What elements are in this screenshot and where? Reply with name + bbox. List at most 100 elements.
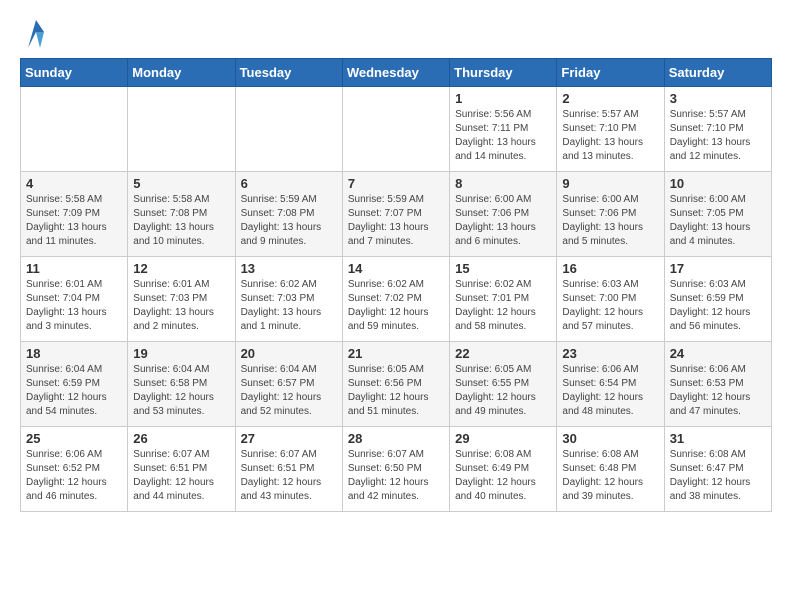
day-info: Sunrise: 6:08 AM Sunset: 6:47 PM Dayligh… — [670, 448, 766, 504]
day-info: Sunrise: 6:06 AM Sunset: 6:53 PM Dayligh… — [670, 363, 766, 419]
day-cell — [342, 87, 449, 172]
week-row-2: 4Sunrise: 5:58 AM Sunset: 7:09 PM Daylig… — [21, 172, 772, 257]
day-info: Sunrise: 6:02 AM Sunset: 7:01 PM Dayligh… — [455, 278, 551, 334]
day-number: 5 — [133, 176, 229, 191]
day-number: 17 — [670, 261, 766, 276]
day-cell: 26 Sunrise: 6:07 AM Sunset: 6:51 PM Dayli… — [128, 427, 235, 512]
day-cell: 21 Sunrise: 6:05 AM Sunset: 6:56 PM Dayli… — [342, 342, 449, 427]
day-info: Sunrise: 6:04 AM Sunset: 6:59 PM Dayligh… — [26, 363, 122, 419]
day-number: 18 — [26, 346, 122, 361]
day-info: Sunrise: 6:08 AM Sunset: 6:48 PM Dayligh… — [562, 448, 658, 504]
day-info: Sunrise: 6:00 AM Sunset: 7:05 PM Dayligh… — [670, 193, 766, 249]
day-number: 28 — [348, 431, 444, 446]
day-info: Sunrise: 6:02 AM Sunset: 7:02 PM Dayligh… — [348, 278, 444, 334]
day-info: Sunrise: 6:03 AM Sunset: 7:00 PM Dayligh… — [562, 278, 658, 334]
day-info: Sunrise: 5:56 AM Sunset: 7:11 PM Dayligh… — [455, 108, 551, 164]
day-info: Sunrise: 6:07 AM Sunset: 6:51 PM Dayligh… — [133, 448, 229, 504]
day-number: 25 — [26, 431, 122, 446]
day-cell: 22 Sunrise: 6:05 AM Sunset: 6:55 PM Dayli… — [450, 342, 557, 427]
day-number: 6 — [241, 176, 337, 191]
day-cell: 10 Sunrise: 6:00 AM Sunset: 7:05 PM Dayli… — [664, 172, 771, 257]
day-cell: 15 Sunrise: 6:02 AM Sunset: 7:01 PM Dayli… — [450, 257, 557, 342]
day-info: Sunrise: 5:59 AM Sunset: 7:08 PM Dayligh… — [241, 193, 337, 249]
day-cell: 2Sunrise: 5:57 AM Sunset: 7:10 PM Daylig… — [557, 87, 664, 172]
day-info: Sunrise: 5:59 AM Sunset: 7:07 PM Dayligh… — [348, 193, 444, 249]
day-number: 10 — [670, 176, 766, 191]
day-cell: 16 Sunrise: 6:03 AM Sunset: 7:00 PM Dayli… — [557, 257, 664, 342]
col-header-tuesday: Tuesday — [235, 59, 342, 87]
week-row-1: 1 Sunrise: 5:56 AM Sunset: 7:11 PM Daylig… — [21, 87, 772, 172]
day-info: Sunrise: 6:00 AM Sunset: 7:06 PM Dayligh… — [562, 193, 658, 249]
day-number: 3 — [670, 91, 766, 106]
day-info: Sunrise: 5:58 AM Sunset: 7:08 PM Dayligh… — [133, 193, 229, 249]
day-cell: 11Sunrise: 6:01 AM Sunset: 7:04 PM Dayli… — [21, 257, 128, 342]
day-cell: 28 Sunrise: 6:07 AM Sunset: 6:50 PM Dayli… — [342, 427, 449, 512]
day-number: 21 — [348, 346, 444, 361]
day-cell — [21, 87, 128, 172]
day-number: 30 — [562, 431, 658, 446]
day-number: 13 — [241, 261, 337, 276]
day-cell: 6 Sunrise: 5:59 AM Sunset: 7:08 PM Daylig… — [235, 172, 342, 257]
day-number: 9 — [562, 176, 658, 191]
day-number: 14 — [348, 261, 444, 276]
day-info: Sunrise: 6:01 AM Sunset: 7:03 PM Dayligh… — [133, 278, 229, 334]
logo-icon — [26, 20, 46, 48]
day-number: 1 — [455, 91, 551, 106]
day-cell: 1 Sunrise: 5:56 AM Sunset: 7:11 PM Daylig… — [450, 87, 557, 172]
day-cell: 4Sunrise: 5:58 AM Sunset: 7:09 PM Daylig… — [21, 172, 128, 257]
day-number: 29 — [455, 431, 551, 446]
day-number: 31 — [670, 431, 766, 446]
day-number: 16 — [562, 261, 658, 276]
day-info: Sunrise: 5:58 AM Sunset: 7:09 PM Dayligh… — [26, 193, 122, 249]
day-cell: 8Sunrise: 6:00 AM Sunset: 7:06 PM Daylig… — [450, 172, 557, 257]
day-info: Sunrise: 6:03 AM Sunset: 6:59 PM Dayligh… — [670, 278, 766, 334]
day-cell — [128, 87, 235, 172]
week-row-5: 25Sunrise: 6:06 AM Sunset: 6:52 PM Dayli… — [21, 427, 772, 512]
day-cell: 5 Sunrise: 5:58 AM Sunset: 7:08 PM Daylig… — [128, 172, 235, 257]
day-info: Sunrise: 6:08 AM Sunset: 6:49 PM Dayligh… — [455, 448, 551, 504]
day-number: 27 — [241, 431, 337, 446]
col-header-friday: Friday — [557, 59, 664, 87]
day-cell: 27Sunrise: 6:07 AM Sunset: 6:51 PM Dayli… — [235, 427, 342, 512]
day-info: Sunrise: 6:05 AM Sunset: 6:55 PM Dayligh… — [455, 363, 551, 419]
day-info: Sunrise: 6:05 AM Sunset: 6:56 PM Dayligh… — [348, 363, 444, 419]
day-cell: 31 Sunrise: 6:08 AM Sunset: 6:47 PM Dayli… — [664, 427, 771, 512]
day-cell: 14 Sunrise: 6:02 AM Sunset: 7:02 PM Dayli… — [342, 257, 449, 342]
day-number: 12 — [133, 261, 229, 276]
week-row-3: 11Sunrise: 6:01 AM Sunset: 7:04 PM Dayli… — [21, 257, 772, 342]
day-cell: 9 Sunrise: 6:00 AM Sunset: 7:06 PM Daylig… — [557, 172, 664, 257]
day-number: 20 — [241, 346, 337, 361]
day-number: 26 — [133, 431, 229, 446]
day-info: Sunrise: 5:57 AM Sunset: 7:10 PM Dayligh… — [670, 108, 766, 164]
day-info: Sunrise: 6:02 AM Sunset: 7:03 PM Dayligh… — [241, 278, 337, 334]
day-cell: 12 Sunrise: 6:01 AM Sunset: 7:03 PM Dayli… — [128, 257, 235, 342]
header-row: SundayMondayTuesdayWednesdayThursdayFrid… — [21, 59, 772, 87]
day-cell: 7Sunrise: 5:59 AM Sunset: 7:07 PM Daylig… — [342, 172, 449, 257]
col-header-sunday: Sunday — [21, 59, 128, 87]
day-cell — [235, 87, 342, 172]
day-cell: 3 Sunrise: 5:57 AM Sunset: 7:10 PM Daylig… — [664, 87, 771, 172]
day-number: 15 — [455, 261, 551, 276]
day-cell: 20Sunrise: 6:04 AM Sunset: 6:57 PM Dayli… — [235, 342, 342, 427]
calendar-table: SundayMondayTuesdayWednesdayThursdayFrid… — [20, 58, 772, 512]
col-header-wednesday: Wednesday — [342, 59, 449, 87]
day-info: Sunrise: 6:07 AM Sunset: 6:50 PM Dayligh… — [348, 448, 444, 504]
day-cell: 24 Sunrise: 6:06 AM Sunset: 6:53 PM Dayli… — [664, 342, 771, 427]
day-info: Sunrise: 6:01 AM Sunset: 7:04 PM Dayligh… — [26, 278, 122, 334]
day-cell: 19Sunrise: 6:04 AM Sunset: 6:58 PM Dayli… — [128, 342, 235, 427]
page-header — [20, 20, 772, 48]
day-number: 24 — [670, 346, 766, 361]
day-number: 8 — [455, 176, 551, 191]
week-row-4: 18 Sunrise: 6:04 AM Sunset: 6:59 PM Dayli… — [21, 342, 772, 427]
day-cell: 17 Sunrise: 6:03 AM Sunset: 6:59 PM Dayli… — [664, 257, 771, 342]
day-cell: 30 Sunrise: 6:08 AM Sunset: 6:48 PM Dayli… — [557, 427, 664, 512]
day-number: 22 — [455, 346, 551, 361]
day-info: Sunrise: 6:06 AM Sunset: 6:54 PM Dayligh… — [562, 363, 658, 419]
col-header-thursday: Thursday — [450, 59, 557, 87]
day-cell: 25Sunrise: 6:06 AM Sunset: 6:52 PM Dayli… — [21, 427, 128, 512]
day-info: Sunrise: 5:57 AM Sunset: 7:10 PM Dayligh… — [562, 108, 658, 164]
day-info: Sunrise: 6:04 AM Sunset: 6:58 PM Dayligh… — [133, 363, 229, 419]
day-cell: 29 Sunrise: 6:08 AM Sunset: 6:49 PM Dayli… — [450, 427, 557, 512]
day-cell: 18 Sunrise: 6:04 AM Sunset: 6:59 PM Dayli… — [21, 342, 128, 427]
day-cell: 13 Sunrise: 6:02 AM Sunset: 7:03 PM Dayli… — [235, 257, 342, 342]
